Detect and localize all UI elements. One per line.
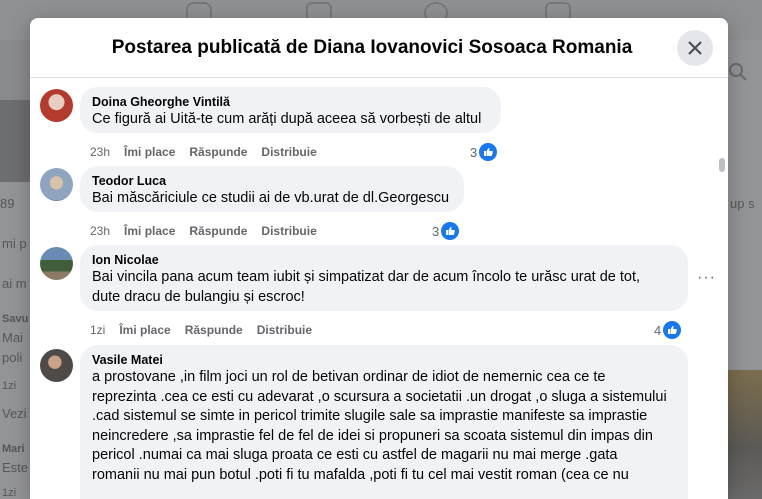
close-button[interactable] [677,30,713,66]
share-button[interactable]: Distribuie [261,224,316,238]
avatar[interactable] [40,247,73,280]
reply-button[interactable]: Răspunde [185,323,243,337]
comment-text-line: pericol .numai ca mai sluga proata ce es… [92,447,618,463]
background-text: Este [2,460,29,475]
background-text: 89 [0,196,15,211]
comment-text-line: dute dracu de bulangiu și escroc! [92,288,305,305]
comment-author[interactable]: Ion Nicolae [92,252,676,268]
like-button[interactable]: Îmi place [124,145,175,159]
like-reaction-icon [441,222,460,240]
reaction-count[interactable]: 3 [470,143,498,161]
comment-text-line: .cad sistemul se simte in pericol trimit… [92,408,648,424]
comment-text-line: reprezinta .cea ce esti cu adevarat ,o s… [92,388,667,405]
background-text: poli [2,350,23,365]
background-photo [728,370,762,499]
post-modal: Postarea publicată de Diana Iovanovici S… [30,18,728,499]
like-button[interactable]: Îmi place [124,224,175,238]
modal-title: Postarea publicată de Diana Iovanovici S… [111,36,633,58]
close-icon [688,41,702,55]
like-button[interactable]: Îmi place [119,323,170,337]
search-icon [729,63,747,81]
reply-button[interactable]: Răspunde [189,224,247,238]
avatar[interactable] [40,89,73,122]
comment-time[interactable]: 23h [90,224,110,238]
background-text: ai m [2,276,27,291]
reaction-count[interactable]: 4 [654,321,682,339]
comment-bubble: Teodor Luca Bai măscăriciule ce studii a… [80,166,464,212]
background-text: Vezi [2,406,27,421]
comment-author[interactable]: Doina Gheorghe Vintilă [92,94,489,110]
reply-button[interactable]: Răspunde [189,145,247,159]
avatar[interactable] [40,168,73,201]
background-text: 1zi [2,487,17,499]
comment-text-line: neincredere ,sa imprastie fel de fel de … [92,427,653,444]
background-left-image [0,100,30,182]
comment-actions: 23h Îmi place Răspunde Distribuie [90,145,331,159]
more-options-icon[interactable]: ··· [697,269,716,287]
comment-bubble: Ion Nicolae Bai vincila pana acum team i… [80,245,688,311]
comment-text-line: romanii nu mai pun botul .poti fi tu maf… [92,466,629,483]
comment-time[interactable]: 1zi [90,323,105,337]
share-button[interactable]: Distribuie [261,145,316,159]
share-button[interactable]: Distribuie [257,323,312,337]
comment-bubble: Doina Gheorghe Vintilă Ce figură ai Uită… [80,87,501,133]
reaction-number: 3 [432,223,440,239]
avatar[interactable] [40,349,73,382]
comment-text: Ce figură ai Uită-te cum arăți după acee… [92,111,482,127]
modal-header: Postarea publicată de Diana Iovanovici S… [30,18,728,78]
background-text: Mari [2,443,25,455]
background-text: Savu [2,313,29,325]
comment-actions: 1zi Îmi place Răspunde Distribuie [90,323,326,337]
like-reaction-icon [479,143,498,161]
comment-text-line: Bai vincila pana acum team iubit și simp… [92,269,641,285]
comment-author[interactable]: Vasile Matei [92,352,676,368]
comment-author[interactable]: Teodor Luca [92,173,452,189]
reaction-number: 4 [654,322,662,338]
background-text: mi p [2,236,27,251]
comment-bubble: Vasile Matei a prostovane ,in film joci … [80,345,688,499]
comment-text-line: a prostovane ,in film joci un rol de bet… [92,369,606,385]
reaction-number: 3 [470,144,478,160]
comment-text: Bai măscăriciule ce studii ai de vb.urat… [92,190,450,206]
comments-list: Doina Gheorghe Vintilă Ce figură ai Uită… [30,79,728,499]
background-text: Mai [2,330,23,345]
like-reaction-icon [663,321,682,339]
background-text: 1zi [2,380,17,392]
comment-actions: 23h Îmi place Răspunde Distribuie [90,224,331,238]
reaction-count[interactable]: 3 [432,222,460,240]
background-text: up s [730,196,755,211]
comment-time[interactable]: 23h [90,145,110,159]
